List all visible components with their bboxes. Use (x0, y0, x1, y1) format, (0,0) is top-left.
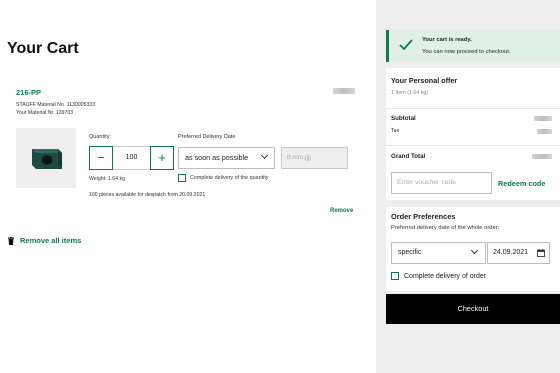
grand-total-label: Grand Total (391, 153, 426, 160)
complete-delivery-order-option[interactable]: Complete delivery of order (391, 272, 486, 280)
remove-item-link[interactable]: Remove (330, 208, 353, 214)
subtotal-label: Subtotal (391, 115, 416, 122)
delivery-option-value: as soon as possible (185, 153, 249, 162)
material-number: STAUFF Material No. 1130005333 (16, 102, 96, 108)
pipe-clamp-image (32, 149, 62, 169)
remove-all-items-button[interactable]: Remove all items (8, 236, 81, 245)
notice-text: You can now proceed to checkout. (422, 49, 511, 55)
divider (386, 145, 560, 146)
order-delivery-date-input[interactable]: 24.09.2021 (487, 242, 550, 264)
order-delivery-date-value: 24.09.2021 (493, 249, 529, 256)
order-delivery-mode-value: specific (398, 249, 422, 256)
tax-label: Tax (391, 128, 400, 134)
offer-title: Your Personal offer (391, 76, 458, 85)
complete-delivery-order-label: Complete delivery of order (404, 272, 487, 280)
remove-all-items-label: Remove all items (20, 236, 82, 245)
notice-title: Your cart is ready. (422, 37, 472, 43)
order-preferences-title: Order Preferences (391, 212, 456, 221)
order-preferences-card: Order Preferences Preferred delivery dat… (386, 207, 560, 291)
complete-delivery-order-checkbox[interactable] (391, 272, 399, 280)
chevron-down-icon (260, 151, 269, 160)
quantity-input[interactable]: 100 (113, 146, 150, 170)
product-image (16, 128, 76, 188)
redeem-code-button[interactable]: Redeem code (498, 179, 545, 188)
order-preferences-subtitle: Preferred delivery date of the whole ord… (391, 225, 500, 231)
complete-delivery-quantity-checkbox[interactable] (178, 174, 186, 182)
calendar-icon[interactable] (537, 249, 545, 257)
cart-ready-notice: Your cart is ready. You can now proceed … (386, 30, 560, 62)
personal-offer-card: Your Personal offer 1 Item (1.64 kg) Sub… (386, 68, 560, 200)
availability-text: 100 pieces available for despatch from 2… (89, 192, 206, 198)
grand-total-value-redacted (532, 154, 552, 159)
customer-material-number: Your Material Nr. 139703 (16, 110, 74, 116)
subtotal-value-redacted (534, 116, 552, 121)
tax-value-redacted (537, 129, 552, 134)
divider (386, 108, 560, 109)
checkout-button[interactable]: Checkout (386, 294, 560, 324)
delivery-option-select[interactable]: as soon as possible (178, 147, 275, 169)
complete-delivery-quantity-option[interactable]: Complete delivery of the quantity (178, 174, 269, 182)
order-delivery-mode-select[interactable]: specific (391, 242, 486, 264)
complete-delivery-quantity-label: Complete delivery of the quantity (190, 175, 269, 181)
offer-item-count: 1 Item (1.64 kg) (391, 90, 429, 96)
quantity-decrease-button[interactable]: − (89, 146, 113, 170)
trash-icon (8, 236, 14, 245)
product-code-link[interactable]: 216-PP (16, 88, 41, 97)
page-title: Your Cart (7, 40, 79, 57)
quantity-increase-button[interactable]: + (150, 146, 174, 170)
chevron-down-icon (470, 246, 479, 255)
item-price-redacted (333, 88, 355, 94)
delivery-date-label: Preferred Delivery Date (178, 134, 236, 140)
item-weight: Weight: 1.64 kg (89, 176, 125, 182)
delivery-date-input[interactable]: tt.mm.jjjj (281, 147, 348, 169)
checkmark-icon (399, 39, 413, 51)
quantity-label: Quantity: (89, 134, 112, 140)
voucher-code-input[interactable]: Enter voucher code (391, 172, 492, 194)
